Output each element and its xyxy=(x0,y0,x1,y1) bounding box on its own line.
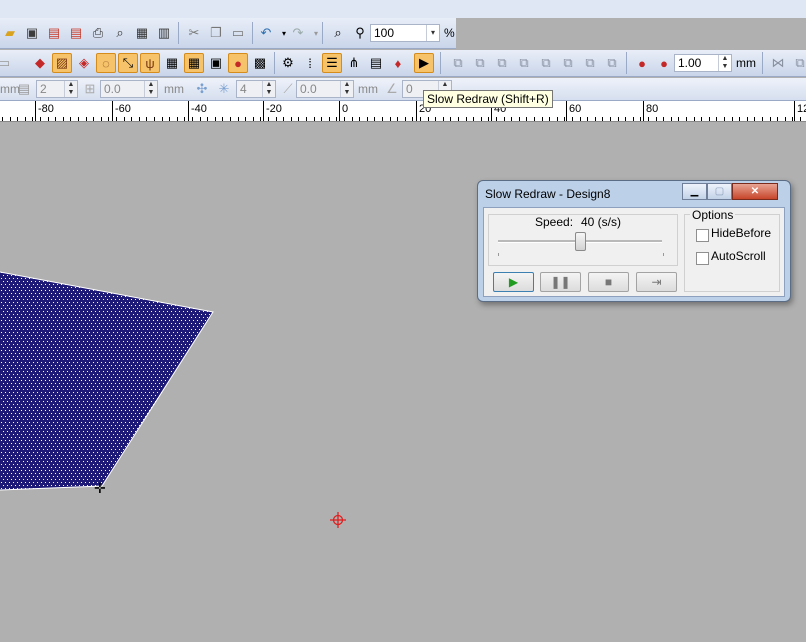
slider-ticks xyxy=(498,253,664,256)
speed-label: Speed: xyxy=(535,215,574,229)
design-canvas xyxy=(0,271,214,491)
origin-marker-icon xyxy=(330,512,346,528)
stop-button[interactable]: ■ xyxy=(588,272,629,292)
dialog-body: Speed: 40 (s/s) Options HideBefore AutoS… xyxy=(483,207,785,297)
maximize-button[interactable]: ▢ xyxy=(707,183,732,200)
play-icon: ▶ xyxy=(508,275,519,289)
stop-icon: ■ xyxy=(604,275,613,289)
step-forward-icon: ⇥ xyxy=(651,275,662,289)
pause-button[interactable]: ❚❚ xyxy=(540,272,581,292)
dialog-title: Slow Redraw - Design8 xyxy=(485,187,611,201)
stitch-object[interactable] xyxy=(0,272,213,490)
speed-slider-thumb[interactable] xyxy=(575,232,586,251)
speed-value: 40 (s/s) xyxy=(581,215,622,229)
play-button[interactable]: ▶ xyxy=(493,272,534,292)
redraw-tooltip: Slow Redraw (Shift+R) xyxy=(423,90,553,108)
pause-icon: ❚❚ xyxy=(550,275,571,289)
auto-scroll-checkbox[interactable] xyxy=(696,252,709,265)
close-button[interactable]: ✕ xyxy=(732,183,778,200)
hide-before-label: HideBefore xyxy=(711,226,772,240)
crosshair-cursor-icon: ✛ xyxy=(94,480,106,496)
hide-before-checkbox[interactable] xyxy=(696,229,709,242)
auto-scroll-label: AutoScroll xyxy=(711,249,766,263)
step-button[interactable]: ⇥ xyxy=(636,272,677,292)
options-title: Options xyxy=(690,208,736,222)
slow-redraw-dialog: Slow Redraw - Design8 ▁ ▢ ✕ Speed: 40 (s… xyxy=(477,180,791,302)
minimize-button[interactable]: ▁ xyxy=(682,183,707,200)
